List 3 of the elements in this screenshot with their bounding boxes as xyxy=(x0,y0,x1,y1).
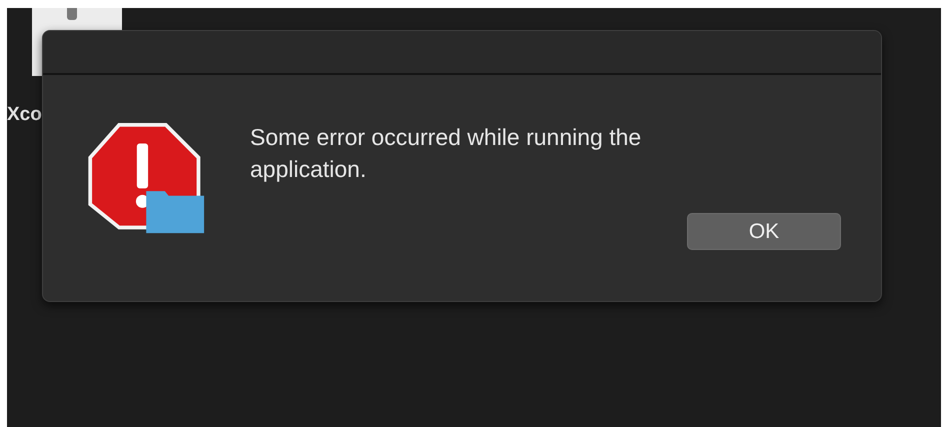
error-message: Some error occurred while running the application. xyxy=(250,123,642,184)
app-icon-label: Xco xyxy=(7,104,42,126)
ok-button[interactable]: OK xyxy=(687,213,841,250)
